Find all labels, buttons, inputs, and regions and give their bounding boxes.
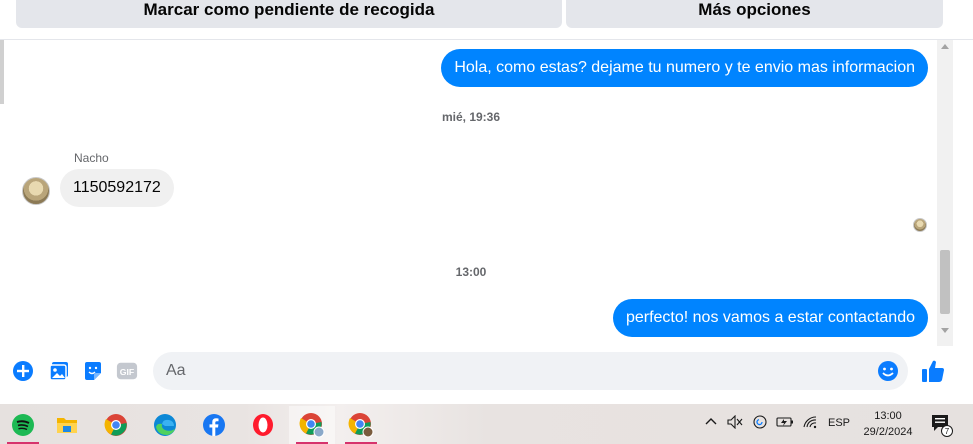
mark-pending-pickup-button[interactable]: Marcar como pendiente de recogida [16,0,562,28]
edge-icon[interactable] [142,406,188,444]
file-explorer-icon[interactable] [44,406,90,444]
contact-avatar[interactable] [22,177,50,205]
notification-center-icon[interactable]: 7 [930,413,954,437]
onedrive-sync-icon[interactable] [752,415,769,432]
incoming-message[interactable]: 1150592172 [60,169,174,207]
opera-icon[interactable] [240,406,286,444]
chat-scrollbar[interactable] [937,40,953,346]
spotify-icon[interactable] [0,406,46,444]
emoji-icon[interactable] [877,360,899,382]
message-timestamp: 13:00 [455,265,487,279]
windows-taskbar: ESP 13:00 29/2/2024 7 [0,404,973,444]
gif-label: GIF [120,367,134,377]
taskbar-clock[interactable]: 13:00 29/2/2024 [858,408,918,440]
scroll-down-arrow-icon[interactable] [941,328,949,333]
chat-thread: Hola, como estas? dejame tu numero y te … [0,40,973,346]
message-input[interactable] [153,352,908,390]
input-language[interactable]: ESP [828,417,850,429]
battery-charging-icon[interactable] [776,415,794,432]
show-hidden-icons-chevron-icon[interactable] [705,416,717,429]
scroll-thumb[interactable] [940,250,950,314]
message-timestamp: mié, 19:36 [441,110,501,124]
clock-date: 29/2/2024 [863,426,913,438]
notification-count: 7 [945,427,950,436]
gif-icon[interactable]: GIF [116,360,138,382]
thumbs-up-icon[interactable] [920,358,946,384]
clock-time: 13:00 [874,410,902,422]
messenger-window: Marcar como pendiente de recogida Más op… [0,0,973,444]
seen-receipt-avatar [913,218,927,232]
chrome-profile-icon[interactable] [289,406,335,444]
plus-circle-icon[interactable] [12,360,34,382]
message-composer: GIF [0,346,973,402]
sticker-icon[interactable] [82,360,104,382]
volume-muted-icon[interactable] [727,414,743,432]
top-action-bar: Marcar como pendiente de recogida Más op… [0,0,973,40]
outgoing-message[interactable]: Hola, como estas? dejame tu numero y te … [441,49,928,87]
more-options-button[interactable]: Más opciones [566,0,943,28]
chrome-profile-2-icon[interactable] [338,406,384,444]
facebook-icon[interactable] [191,406,237,444]
photo-icon[interactable] [48,360,70,382]
scroll-up-arrow-icon[interactable] [941,44,949,49]
chrome-icon[interactable] [93,406,139,444]
sender-name: Nacho [74,151,109,165]
wifi-icon[interactable] [802,415,818,432]
outgoing-message[interactable]: perfecto! nos vamos a estar contactando [612,299,928,337]
